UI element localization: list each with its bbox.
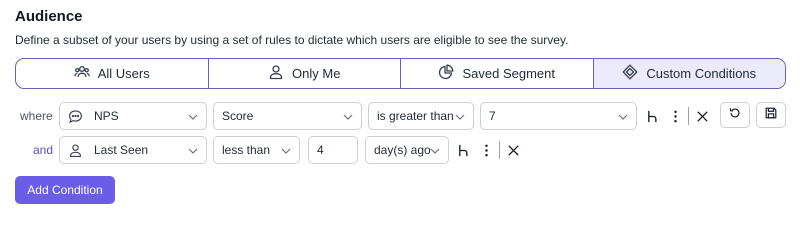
group-icon[interactable] [644,102,662,130]
field-value: Score [222,109,254,123]
divider [499,141,500,159]
segment-label: Custom Conditions [646,66,757,81]
pie-chart-icon [438,64,454,83]
value-text: 4 [317,143,324,157]
more-vertical-icon[interactable] [666,102,684,130]
segment-label: All Users [97,66,150,81]
divider [688,107,689,125]
page-title: Audience [15,8,83,25]
page-subtitle: Define a subset of your users by using a… [15,33,569,47]
reset-button[interactable] [720,102,750,128]
close-icon[interactable] [693,102,711,130]
diamond-icon [622,64,639,83]
segment-saved-segment[interactable]: Saved Segment [401,59,594,88]
value-select[interactable]: 7 [480,102,637,130]
save-icon [764,106,778,125]
operator-select[interactable]: less than [213,136,300,164]
segment-only-me[interactable]: Only Me [209,59,401,88]
audience-segmented-control: All Users Only Me Saved Segment Custom C… [15,58,786,89]
attribute-select[interactable]: Last Seen [59,136,207,164]
user-icon [68,143,83,158]
save-button[interactable] [756,102,786,128]
segment-label: Only Me [292,66,341,81]
value-text: 7 [489,109,496,123]
segment-all-users[interactable]: All Users [16,59,209,88]
user-icon [268,64,284,83]
operator-value: less than [222,143,271,157]
refresh-icon [728,106,742,125]
attribute-select[interactable]: NPS [59,102,207,130]
unit-select[interactable]: day(s) ago [365,136,449,164]
close-icon[interactable] [504,136,522,164]
condition-row: where NPS Score is greater than 7 [0,101,800,131]
field-select[interactable]: Score [213,102,362,130]
unit-value: day(s) ago [374,143,431,157]
condition-row: and Last Seen less than 4 day(s) ago [0,135,800,165]
value-input[interactable]: 4 [308,136,358,164]
condition-prefix: and [33,143,54,157]
users-icon [73,64,90,83]
chat-bubble-icon [68,109,83,124]
operator-value: is greater than [377,109,454,123]
segment-custom-conditions[interactable]: Custom Conditions [593,59,785,88]
condition-prefix: where [20,109,53,123]
group-icon[interactable] [455,136,473,164]
add-condition-button[interactable]: Add Condition [15,176,115,204]
operator-select[interactable]: is greater than [368,102,474,130]
more-vertical-icon[interactable] [477,136,495,164]
segment-label: Saved Segment [462,66,555,81]
attribute-value: NPS [94,109,119,123]
attribute-value: Last Seen [94,143,149,157]
